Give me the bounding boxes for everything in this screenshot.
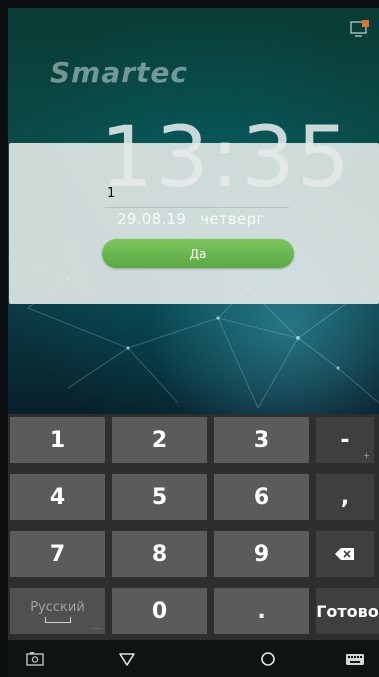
- key-dot[interactable]: .: [214, 588, 309, 634]
- key-9[interactable]: 9: [214, 531, 309, 577]
- home-icon[interactable]: [257, 648, 279, 670]
- device-screen: Smartec 13:35 29.08.19четверг Да 1 2 3 -…: [0, 0, 379, 677]
- key-5[interactable]: 5: [112, 474, 207, 520]
- key-6[interactable]: 6: [214, 474, 309, 520]
- cast-icon[interactable]: [349, 18, 371, 40]
- key-0[interactable]: 0: [112, 588, 207, 634]
- backspace-icon: [335, 548, 354, 560]
- back-icon[interactable]: [116, 648, 138, 670]
- key-done[interactable]: Готово: [316, 588, 379, 634]
- key-4[interactable]: 4: [10, 474, 105, 520]
- key-3[interactable]: 3: [214, 417, 309, 463]
- key-2[interactable]: 2: [112, 417, 207, 463]
- keyboard-icon[interactable]: [344, 648, 366, 670]
- pin-input[interactable]: [105, 179, 289, 208]
- weekday-text: четверг: [200, 210, 265, 228]
- date-text: 29.08.19: [117, 210, 187, 228]
- brand-logo: Smartec: [50, 56, 189, 89]
- key-language[interactable]: Русский ...: [10, 588, 105, 634]
- key-8[interactable]: 8: [112, 531, 207, 577]
- key-minus-hint: +: [363, 451, 370, 460]
- key-comma[interactable]: ,: [316, 474, 374, 520]
- spacebar-icon: [44, 616, 71, 623]
- date-line: 29.08.19 четверг: [117, 210, 265, 228]
- confirm-button[interactable]: Да: [102, 239, 294, 268]
- key-backspace[interactable]: [316, 531, 374, 577]
- numeric-keyboard: 1 2 3 - + 4 5 6 , 7 8 9 Русский ... 0 . …: [8, 414, 379, 640]
- key-minus-label: -: [340, 427, 350, 453]
- key-7[interactable]: 7: [10, 531, 105, 577]
- key-1[interactable]: 1: [10, 417, 105, 463]
- system-nav-bar: [8, 640, 379, 677]
- pin-dialog: 29.08.19 четверг Да: [9, 143, 379, 304]
- key-minus[interactable]: - +: [316, 417, 374, 463]
- language-hint: ...: [93, 622, 101, 631]
- language-label: Русский: [30, 599, 85, 615]
- screenshot-icon[interactable]: [24, 648, 46, 670]
